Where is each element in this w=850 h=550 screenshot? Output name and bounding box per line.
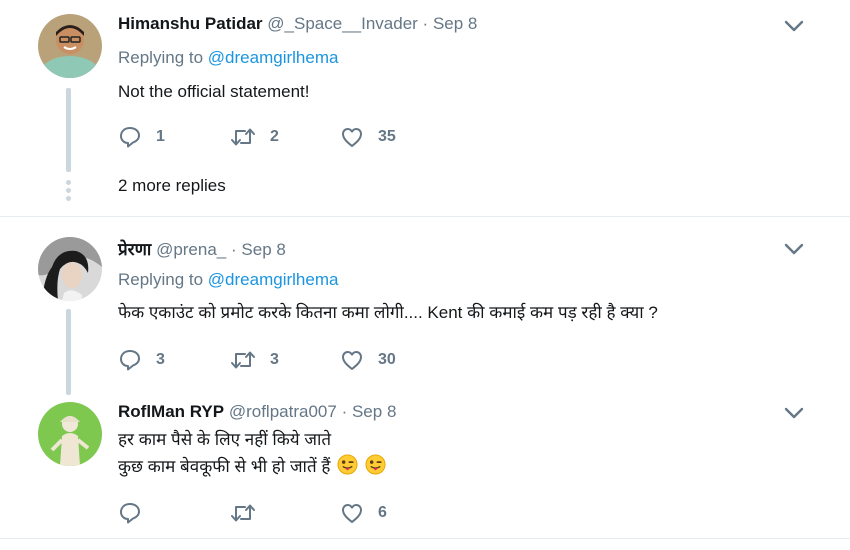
retweet-count: 3 bbox=[270, 351, 279, 368]
mention-link[interactable]: @dreamgirlhema bbox=[208, 48, 339, 67]
divider bbox=[0, 538, 850, 539]
retweet-icon bbox=[231, 351, 255, 369]
retweet-button[interactable]: 2 bbox=[230, 123, 279, 151]
tweet-date[interactable]: Sep 8 bbox=[433, 14, 477, 33]
separator: · bbox=[422, 14, 429, 33]
reply-icon bbox=[120, 503, 140, 524]
user-handle[interactable]: @_Space__Invader bbox=[267, 14, 418, 33]
like-button[interactable]: 35 bbox=[340, 123, 396, 151]
chevron-down-icon[interactable] bbox=[783, 19, 805, 33]
mention-link[interactable]: @dreamgirlhema bbox=[208, 270, 339, 289]
retweet-button[interactable]: 3 bbox=[230, 346, 279, 374]
reply-count: 3 bbox=[156, 351, 165, 368]
tweet-text-line-2: कुछ काम बेवकूफी से भी हो जातें हैं bbox=[118, 453, 386, 480]
tweet-text-line-1: हर काम पैसे के लिए नहीं किये जाते bbox=[118, 430, 332, 449]
thread-dots bbox=[66, 180, 71, 204]
tweet-header: Himanshu Patidar @_Space__Invader · Sep … bbox=[118, 14, 477, 34]
user-handle[interactable]: @prena_ bbox=[156, 240, 226, 259]
avatar[interactable] bbox=[38, 237, 102, 301]
retweet-icon bbox=[231, 504, 255, 522]
like-count: 6 bbox=[378, 504, 387, 521]
display-name[interactable]: Himanshu Patidar bbox=[118, 14, 263, 33]
separator: · bbox=[341, 402, 348, 421]
replying-to-label: Replying to bbox=[118, 48, 204, 67]
reply-button[interactable] bbox=[118, 499, 156, 527]
tweet-prerna[interactable]: प्रेरणा @prena_ · Sep 8 Replying to @dre… bbox=[0, 217, 850, 395]
reply-count: 1 bbox=[156, 128, 165, 145]
tweet-text: फेक एकाउंट को प्रमोट करके कितना कमा लोगी… bbox=[118, 303, 658, 322]
like-button[interactable]: 6 bbox=[340, 499, 387, 527]
reply-icon bbox=[120, 350, 140, 371]
more-replies-link[interactable]: 2 more replies bbox=[118, 176, 226, 196]
like-count: 30 bbox=[378, 351, 396, 368]
replying-to-label: Replying to bbox=[118, 270, 204, 289]
thread-line bbox=[66, 309, 71, 395]
reply-icon bbox=[120, 127, 140, 148]
retweet-icon bbox=[231, 128, 255, 146]
tweet-text: Not the official statement! bbox=[118, 82, 310, 101]
heart-icon bbox=[342, 351, 362, 370]
winking-face-with-tongue-emoji bbox=[337, 454, 358, 475]
tweet-himanshu[interactable]: Himanshu Patidar @_Space__Invader · Sep … bbox=[0, 0, 850, 216]
like-count: 35 bbox=[378, 128, 396, 145]
tweet-header: RoflMan RYP @roflpatra007 · Sep 8 bbox=[118, 402, 396, 422]
replying-to: Replying to @dreamgirlhema bbox=[118, 270, 338, 290]
tweet-text-line-2-content: कुछ काम बेवकूफी से भी हो जातें हैं bbox=[118, 457, 331, 476]
tweet-date[interactable]: Sep 8 bbox=[352, 402, 396, 421]
display-name[interactable]: प्रेरणा bbox=[118, 240, 151, 259]
display-name[interactable]: RoflMan RYP bbox=[118, 402, 224, 421]
heart-icon bbox=[342, 128, 362, 147]
thread-line bbox=[66, 88, 71, 172]
user-handle[interactable]: @roflpatra007 bbox=[229, 402, 337, 421]
tweet-date[interactable]: Sep 8 bbox=[241, 240, 285, 259]
avatar[interactable] bbox=[38, 402, 102, 466]
chevron-down-icon[interactable] bbox=[783, 406, 805, 420]
heart-icon bbox=[342, 504, 362, 523]
tweet-roflman[interactable]: RoflMan RYP @roflpatra007 · Sep 8 हर काम… bbox=[0, 392, 850, 537]
winking-face-with-tongue-emoji bbox=[365, 454, 386, 475]
reply-button[interactable]: 1 bbox=[118, 123, 165, 151]
replying-to: Replying to @dreamgirlhema bbox=[118, 48, 338, 68]
tweet-header: प्रेरणा @prena_ · Sep 8 bbox=[118, 237, 286, 260]
retweet-button[interactable] bbox=[230, 499, 270, 527]
avatar[interactable] bbox=[38, 14, 102, 78]
chevron-down-icon[interactable] bbox=[783, 242, 805, 256]
retweet-count: 2 bbox=[270, 128, 279, 145]
reply-button[interactable]: 3 bbox=[118, 346, 165, 374]
separator: · bbox=[231, 240, 237, 259]
like-button[interactable]: 30 bbox=[340, 346, 396, 374]
